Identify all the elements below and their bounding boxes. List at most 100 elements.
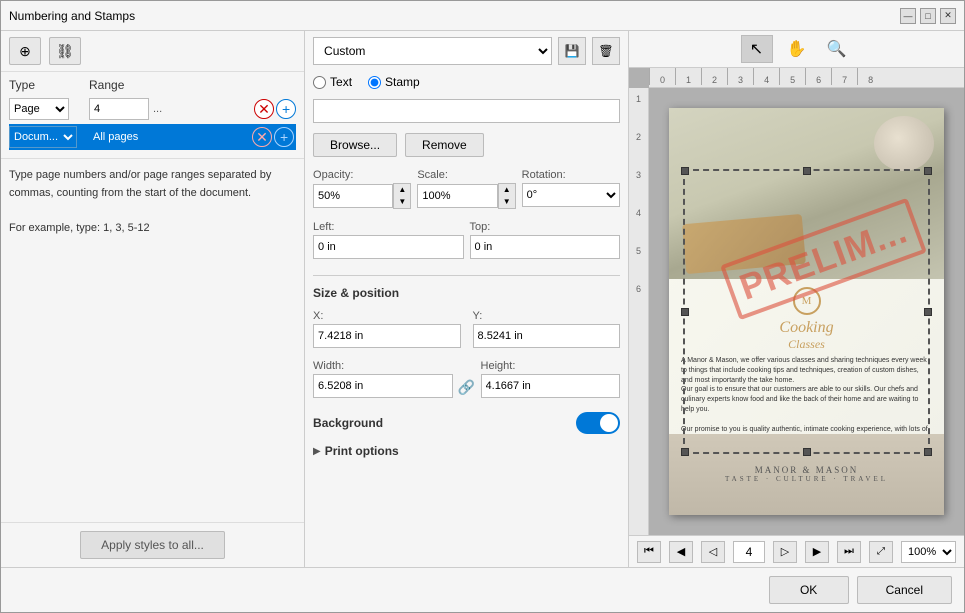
text-radio-label[interactable]: Text <box>313 75 352 89</box>
stamp-radio-label[interactable]: Stamp <box>368 75 420 89</box>
x-field: X: <box>313 310 460 348</box>
link-proportions-icon[interactable]: 🔗 <box>457 379 477 398</box>
next-page-button[interactable]: ▶ <box>805 541 829 563</box>
middle-panel: Custom 💾 🗑 Text Stamp <box>305 31 629 567</box>
ruler-left: 1 2 3 4 5 6 <box>629 88 649 535</box>
size-position-header: Size & position <box>313 286 620 300</box>
opacity-label: Opacity: <box>313 169 411 181</box>
scale-down-button[interactable]: ▼ <box>499 196 515 208</box>
scale-up-button[interactable]: ▲ <box>499 184 515 196</box>
cancel-button[interactable]: Cancel <box>857 576 952 604</box>
first-page-button[interactable]: ⏮ <box>637 541 661 563</box>
file-buttons-row: Browse... Remove <box>313 133 620 157</box>
opacity-spinner-buttons: ▲ ▼ <box>393 183 411 209</box>
table-row-selected[interactable]: Docum... All pages ✕ + <box>9 124 296 150</box>
add-row-1-button[interactable]: + <box>276 99 296 119</box>
y-input[interactable] <box>473 324 620 348</box>
top-input[interactable] <box>470 235 620 259</box>
rotation-select[interactable]: 0° 90° 180° 270° <box>522 183 620 207</box>
flyer-bowl-decoration <box>874 116 934 171</box>
ruler-mark-5: 5 <box>779 68 805 85</box>
remove-button[interactable]: Remove <box>405 133 484 157</box>
prev-page-button[interactable]: ◀ <box>669 541 693 563</box>
ruler-left-1: 1 <box>636 94 641 104</box>
height-input[interactable] <box>481 374 620 398</box>
print-options-row[interactable]: ▶ Print options <box>313 444 620 458</box>
ruler-mark-4: 4 <box>753 68 779 85</box>
background-toggle[interactable] <box>576 412 620 434</box>
save-preset-button[interactable]: 💾 <box>558 37 586 65</box>
range-input-1[interactable] <box>89 98 149 120</box>
opacity-input[interactable] <box>313 184 393 208</box>
remove-row-2-button[interactable]: ✕ <box>252 127 272 147</box>
range-cell-1: ... <box>89 98 254 120</box>
right-panel: ↖ ✋ 🔍 0 1 2 3 4 5 6 <box>629 31 964 567</box>
background-row: Background <box>313 412 620 434</box>
ruler-mark-2: 2 <box>701 68 727 85</box>
ruler-left-2: 2 <box>636 132 641 142</box>
maximize-button[interactable]: □ <box>920 8 936 24</box>
add-stamp-button[interactable]: ⊕ <box>9 37 41 65</box>
left-field: Left: <box>313 221 463 259</box>
opacity-down-button[interactable]: ▼ <box>394 196 410 208</box>
x-input[interactable] <box>313 324 460 348</box>
plus-icon: ⊕ <box>19 43 31 60</box>
height-label: Height: <box>481 360 620 372</box>
scale-field: Scale: ▲ ▼ <box>417 169 515 209</box>
minimize-button[interactable]: — <box>900 8 916 24</box>
window-title: Numbering and Stamps <box>9 9 135 23</box>
apply-styles-button[interactable]: Apply styles to all... <box>80 531 225 559</box>
print-options-label: Print options <box>325 444 399 458</box>
close-button[interactable]: ✕ <box>940 8 956 24</box>
last-page-button[interactable]: ⏭ <box>837 541 861 563</box>
top-label: Top: <box>470 221 620 233</box>
delete-preset-button[interactable]: 🗑 <box>592 37 620 65</box>
info-line-4: For example, type: 1, 3, 5-12 <box>9 220 296 238</box>
ok-button[interactable]: OK <box>769 576 849 604</box>
scale-input[interactable] <box>417 184 497 208</box>
cursor-tool-button[interactable]: ↖ <box>741 35 773 63</box>
info-line-2: commas, counting from the start of the d… <box>9 185 296 203</box>
preset-dropdown[interactable]: Custom <box>313 37 552 65</box>
ruler-mark-7: 7 <box>831 68 857 85</box>
scale-spinner-buttons: ▲ ▼ <box>498 183 516 209</box>
ruler-left-6: 6 <box>636 284 641 294</box>
browse-button[interactable]: Browse... <box>313 133 397 157</box>
bottom-bar: OK Cancel <box>1 567 964 612</box>
flyer-cutting-board-decoration <box>682 214 806 274</box>
file-path-input[interactable]: C:\Users\Fiery User\Desktop\text_stamp1.… <box>313 99 620 123</box>
width-input[interactable] <box>313 374 452 398</box>
selected-range-content: All pages <box>89 124 250 150</box>
zoom-select[interactable]: 100% 50% 75% 125% 150% 200% <box>901 541 956 563</box>
width-label: Width: <box>313 360 452 372</box>
link-icon: ⛓ <box>56 43 74 60</box>
type-dropdown-2[interactable]: Docum... <box>9 126 77 148</box>
window-controls: — □ ✕ <box>900 8 956 24</box>
fit-page-button[interactable]: ⤢ <box>869 541 893 563</box>
opacity-up-button[interactable]: ▲ <box>394 184 410 196</box>
flyer-top-image <box>669 108 944 279</box>
scale-spinner: ▲ ▼ <box>417 183 515 209</box>
row-actions-2: ✕ + <box>250 127 296 147</box>
type-dropdown-1[interactable]: Page Document <box>9 98 69 120</box>
remove-row-1-button[interactable]: ✕ <box>254 99 274 119</box>
type-radio-group: Text Stamp <box>313 75 620 89</box>
ruler-left-3: 3 <box>636 170 641 180</box>
text-radio-text: Text <box>330 75 352 89</box>
add-row-2-button[interactable]: + <box>274 127 294 147</box>
left-label: Left: <box>313 221 463 233</box>
back-button[interactable]: ◁ <box>701 541 725 563</box>
search-tool-button[interactable]: 🔍 <box>821 35 853 63</box>
page-number-input[interactable] <box>733 541 765 563</box>
stamp-radio[interactable] <box>368 76 381 89</box>
xy-grid: X: Y: <box>313 310 620 348</box>
forward-button[interactable]: ▷ <box>773 541 797 563</box>
link-button[interactable]: ⛓ <box>49 37 81 65</box>
hand-tool-button[interactable]: ✋ <box>781 35 813 63</box>
left-input[interactable] <box>313 235 463 259</box>
wh-grid: Width: 🔗 Height: <box>313 360 620 398</box>
hand-icon: ✋ <box>787 39 807 59</box>
brand-main: MANOR & MASON <box>725 465 888 475</box>
text-radio[interactable] <box>313 76 326 89</box>
scale-label: Scale: <box>417 169 515 181</box>
